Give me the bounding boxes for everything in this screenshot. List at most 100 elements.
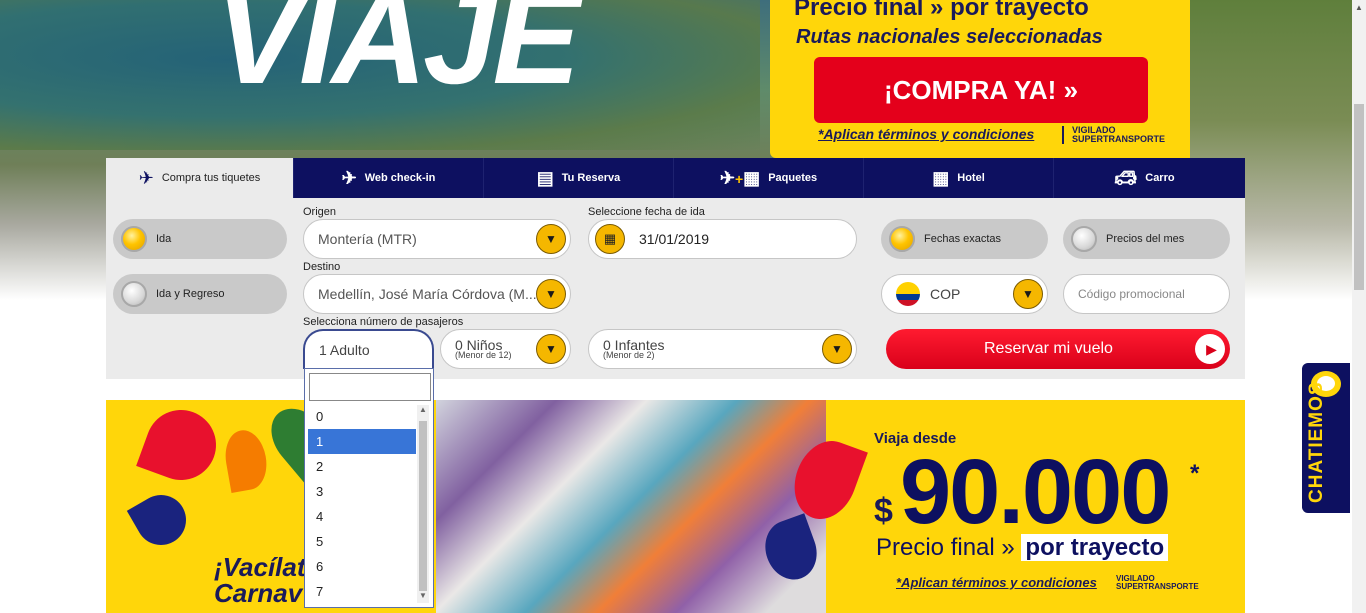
fechas-exactas-label: Fechas exactas <box>924 233 1002 245</box>
promo-code-input[interactable]: Código promocional <box>1063 274 1230 314</box>
tab-hotel[interactable]: ▦ Hotel <box>864 158 1054 198</box>
booking-tabs: ✈ Compra tus tiquetes ✈ Web check-in ▤ T… <box>106 158 1245 198</box>
tab-label: Paquetes <box>768 172 818 184</box>
dropdown-list: 0 1 2 3 4 5 6 7 <box>308 404 416 604</box>
plane-cloud-icon: ✈ <box>138 167 154 188</box>
precios-mes-radio[interactable]: Precios del mes <box>1063 219 1230 259</box>
price-currency: $ <box>874 492 893 530</box>
vigilado-logo: VIGILADO SUPERTRANSPORTE <box>1116 574 1199 591</box>
calendar-icon[interactable]: ▦ <box>595 224 625 254</box>
infants-text: 0 Infantes (Menor de 2) <box>603 336 665 360</box>
children-text: 0 Niños (Menor de 12) <box>455 336 512 360</box>
carnival-headline: ¡Vacílat Carnav <box>214 552 306 608</box>
tab-tu-reserva[interactable]: ▤ Tu Reserva <box>484 158 674 198</box>
adults-select[interactable]: 1 Adulto <box>303 329 434 369</box>
decor-petal <box>136 400 226 490</box>
booking-widget: ✈ Compra tus tiquetes ✈ Web check-in ▤ T… <box>106 158 1245 379</box>
origin-label: Origen <box>303 206 337 218</box>
precios-mes-label: Precios del mes <box>1106 233 1185 245</box>
destination-value: Medellín, José María Córdova (M... <box>318 286 537 302</box>
chat-tab[interactable]: CHATIEMOS <box>1302 363 1350 513</box>
dropdown-option-selected[interactable]: 1 <box>308 429 416 454</box>
carnival-terms-link[interactable]: *Aplican términos y condiciones <box>896 575 1097 590</box>
chevron-down-icon[interactable]: ▼ <box>822 334 852 364</box>
ida-label: Ida <box>156 233 172 245</box>
decor-petal <box>221 426 271 494</box>
tab-carro[interactable]: 🚙︎ Carro <box>1054 158 1235 198</box>
compra-ya-button[interactable]: ¡COMPRA YA! » <box>814 57 1148 123</box>
tab-label: Compra tus tiquetes <box>161 172 261 184</box>
fechas-exactas-radio[interactable]: Fechas exactas <box>881 219 1048 259</box>
scrollbar-thumb[interactable] <box>419 421 427 591</box>
promo-terms-link[interactable]: *Aplican términos y condiciones <box>818 126 1034 142</box>
dropdown-option[interactable]: 5 <box>308 529 416 554</box>
dropdown-option[interactable]: 6 <box>308 554 416 579</box>
destination-label: Destino <box>303 261 341 273</box>
page-scrollbar[interactable]: ▲ <box>1352 0 1366 613</box>
chevron-down-icon[interactable]: ▼ <box>1013 279 1043 309</box>
promo-code-placeholder: Código promocional <box>1078 287 1185 301</box>
scroll-up-icon[interactable]: ▲ <box>417 405 429 417</box>
plane-cloud-icon: ✈ <box>341 167 357 188</box>
hero-headline: VIAJE <box>215 0 580 111</box>
tab-label: Carro <box>1145 172 1175 184</box>
dropdown-scrollbar[interactable]: ▲ ▼ <box>417 405 429 603</box>
adults-dropdown: 0 1 2 3 4 5 6 7 ▲ ▼ <box>304 368 434 608</box>
ticket-icon: ▤ <box>536 167 554 188</box>
ida-regreso-label: Ida y Regreso <box>156 288 225 300</box>
promo-routes-line: Rutas nacionales seleccionadas <box>796 26 1103 48</box>
tab-paquetes[interactable]: ✈+▦ Paquetes <box>674 158 864 198</box>
dropdown-option[interactable]: 0 <box>308 404 416 429</box>
tab-label: Hotel <box>957 172 985 184</box>
dropdown-search-input[interactable] <box>309 373 431 401</box>
chevron-down-icon[interactable]: ▼ <box>536 334 566 364</box>
date-value: 31/01/2019 <box>639 231 710 247</box>
tab-compra-tiquetes[interactable]: ✈ Compra tus tiquetes <box>106 158 294 198</box>
currency-value: COP <box>930 286 961 302</box>
infants-select[interactable]: 0 Infantes (Menor de 2) ▼ <box>588 329 857 369</box>
radio-on-indicator <box>121 226 147 252</box>
origin-select[interactable]: Montería (MTR) ▼ <box>303 219 571 259</box>
passengers-label: Selecciona número de pasajeros <box>303 316 464 328</box>
vigilado-logo: VIGILADO SUPERTRANSPORTE <box>1062 126 1190 144</box>
chat-label: CHATIEMOS <box>1306 381 1327 503</box>
dropdown-option[interactable]: 2 <box>308 454 416 479</box>
scroll-up-icon[interactable]: ▲ <box>1355 3 1363 12</box>
carnival-photo <box>436 400 826 613</box>
scroll-down-icon[interactable]: ▼ <box>417 591 429 603</box>
dropdown-option[interactable]: 3 <box>308 479 416 504</box>
tab-label: Tu Reserva <box>561 172 621 184</box>
reserve-label: Reservar mi vuelo <box>984 340 1113 357</box>
promo-price-line: Precio final » por trayecto <box>794 0 1089 21</box>
chevron-down-icon[interactable]: ▼ <box>536 224 566 254</box>
tab-label: Web check-in <box>364 172 436 184</box>
price-asterisk: * <box>1190 460 1200 487</box>
colombia-flag-icon <box>896 282 920 306</box>
ida-radio[interactable]: Ida <box>113 219 287 259</box>
play-icon: ▶ <box>1195 334 1225 364</box>
plane-hotel-icon: ✈+▦ <box>719 167 761 188</box>
scrollbar-thumb[interactable] <box>1354 104 1364 290</box>
chevron-down-icon[interactable]: ▼ <box>536 279 566 309</box>
promo-box: Precio final » por trayecto Rutas nacion… <box>770 0 1190 158</box>
children-select[interactable]: 0 Niños (Menor de 12) ▼ <box>440 329 571 369</box>
carnival-banner[interactable]: ¡Vacílat Carnav Viaja desde $ 90.000 * P… <box>106 400 1245 613</box>
building-icon: ▦ <box>932 167 950 188</box>
precio-final-line: Precio final » por trayecto <box>876 534 1169 562</box>
radio-on-indicator <box>889 226 915 252</box>
reservar-vuelo-button[interactable]: Reservar mi vuelo ▶ <box>886 329 1230 369</box>
adults-value: 1 Adulto <box>319 342 370 358</box>
destination-select[interactable]: Medellín, José María Córdova (M... ▼ <box>303 274 571 314</box>
price-value: 90.000 <box>900 441 1171 543</box>
dropdown-option[interactable]: 4 <box>308 504 416 529</box>
ida-regreso-radio[interactable]: Ida y Regreso <box>113 274 287 314</box>
tab-web-checkin[interactable]: ✈ Web check-in <box>294 158 484 198</box>
currency-select[interactable]: COP ▼ <box>881 274 1048 314</box>
date-label: Seleccione fecha de ida <box>588 206 705 218</box>
car-icon: 🚙︎ <box>1114 167 1138 188</box>
radio-off-indicator <box>121 281 147 307</box>
origin-value: Montería (MTR) <box>318 231 417 247</box>
dropdown-option[interactable]: 7 <box>308 579 416 604</box>
radio-off-indicator <box>1071 226 1097 252</box>
date-field[interactable]: ▦ 31/01/2019 <box>588 219 857 259</box>
